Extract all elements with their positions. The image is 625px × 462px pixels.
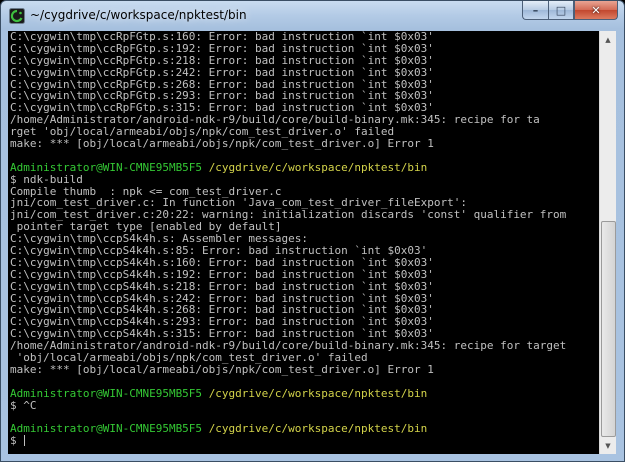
prompt-line: Administrator@WIN-CMNE95MB5F5 /cygdrive/… — [10, 160, 599, 174]
output-line: $ ^C — [10, 398, 599, 412]
prompt-user-host: Administrator@WIN-CMNE95MB5F5 — [10, 386, 203, 400]
scroll-down-button[interactable]: ▼ — [600, 437, 616, 454]
maximize-icon: □ — [555, 3, 567, 17]
window-controls: – □ ✕ — [522, 1, 618, 21]
output-line: make: *** [obj/local/armeabi/objs/npk/co… — [10, 362, 599, 376]
window-title: ~/cygdrive/c/workspace/npktest/bin — [30, 8, 247, 22]
command-input-line: $ — [10, 435, 599, 447]
terminal-output[interactable]: C:\cygwin\tmp\ccRpFGtp.s:160: Error: bad… — [10, 31, 599, 454]
cygwin-terminal-icon[interactable] — [9, 8, 25, 24]
terminal-window: ~/cygdrive/c/workspace/npktest/bin – □ ✕… — [0, 0, 625, 462]
terminal-area[interactable]: C:\cygwin\tmp\ccRpFGtp.s:160: Error: bad… — [8, 31, 616, 454]
minimize-button[interactable]: – — [522, 1, 548, 20]
arrow-down-icon: ▼ — [605, 441, 611, 450]
prompt-path: /cygdrive/c/workspace/npktest/bin — [208, 422, 428, 436]
prompt-path: /cygdrive/c/workspace/npktest/bin — [208, 160, 428, 174]
minimize-icon: – — [532, 3, 539, 17]
prompt-line: Administrator@WIN-CMNE95MB5F5 /cygdrive/… — [10, 423, 599, 435]
close-icon: ✕ — [591, 3, 601, 17]
scroll-up-button[interactable]: ▲ — [600, 31, 616, 48]
prompt-user-host: Administrator@WIN-CMNE95MB5F5 — [10, 422, 203, 436]
prompt-path: /cygdrive/c/workspace/npktest/bin — [208, 386, 428, 400]
input-prompt: $ — [10, 434, 24, 448]
scrollbar-thumb[interactable] — [601, 221, 616, 437]
output-text: make: *** [obj/local/armeabi/objs/npk/co… — [10, 362, 434, 376]
maximize-button[interactable]: □ — [548, 1, 574, 20]
close-button[interactable]: ✕ — [574, 1, 618, 20]
title-bar[interactable]: ~/cygdrive/c/workspace/npktest/bin – □ ✕ — [1, 1, 624, 31]
prompt-line: Administrator@WIN-CMNE95MB5F5 /cygdrive/… — [10, 386, 599, 400]
arrow-up-icon: ▲ — [605, 35, 611, 44]
output-text: make: *** [obj/local/armeabi/objs/npk/co… — [10, 137, 434, 151]
output-text: $ ^C — [10, 398, 37, 412]
text-cursor[interactable] — [24, 435, 26, 447]
output-line: make: *** [obj/local/armeabi/objs/npk/co… — [10, 138, 599, 150]
vertical-scrollbar[interactable]: ▲ ▼ — [599, 31, 616, 454]
